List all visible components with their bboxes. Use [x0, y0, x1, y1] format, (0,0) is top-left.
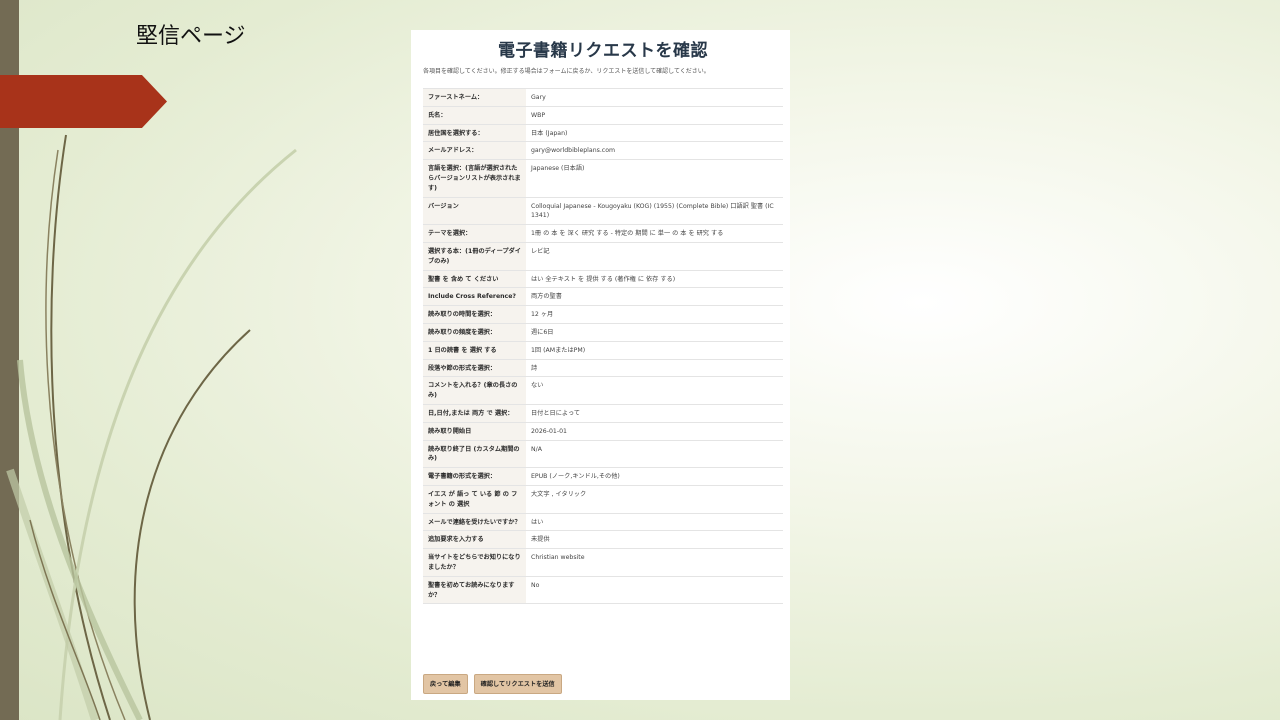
table-row: メールで連絡を受けたいですか？ はい — [423, 512, 783, 532]
row-value: 未提供 — [526, 530, 783, 550]
table-row: 読み取り終了日 (カスタム期間のみ) N/A — [423, 439, 783, 469]
row-label: 当サイトをどちらでお知りになりましたか？ — [423, 548, 526, 577]
table-row: 氏名： WBP — [423, 105, 783, 125]
row-label: 電子書籍の形式を選択： — [423, 467, 526, 486]
table-row: 選択する本：(1冊のディープダイブのみ) レビ記 — [423, 241, 783, 271]
table-row: 言語を選択：(言語が選択されたらバージョンリストが表示されます) Japanese… — [423, 159, 783, 198]
row-value: N/A — [526, 439, 783, 469]
row-label: 段落や節の形式を選択： — [423, 358, 526, 378]
row-label: 聖書を初めてお読みになりますか？ — [423, 575, 526, 605]
row-value: 日本 (Japan) — [526, 123, 783, 143]
row-label: 選択する本：(1冊のディープダイブのみ) — [423, 241, 526, 271]
table-row: 段落や節の形式を選択：詩 — [423, 358, 783, 378]
row-value: 1回 (AMまたはPM) — [526, 340, 783, 360]
row-label: メールで連絡を受けたいですか？ — [423, 512, 526, 532]
table-row: メールアドレス： gary@worldbibleplans.com — [423, 141, 783, 161]
table-row: 居住国を選択する： 日本 (Japan) — [423, 123, 783, 143]
red-arrow-banner — [0, 75, 167, 128]
row-label: 言語を選択：(言語が選択されたらバージョンリストが表示されます) — [423, 159, 526, 198]
table-row: 聖書 を 含め て ください はい 全テキスト を 提供 する (著作権 に 依存… — [423, 269, 783, 289]
table-row: テーマを選択： 1冊 の 本 を 深く 研究 する - 特定の 期間 に 単一 の… — [423, 224, 783, 243]
table-row: 1 日の読書 を 選択 する 1回 (AMまたはPM) — [423, 340, 783, 360]
row-value: gary@worldbibleplans.com — [526, 141, 783, 161]
row-value: 1冊 の 本 を 深く 研究 する - 特定の 期間 に 単一 の 本 を 研究… — [526, 224, 783, 243]
table-row: 日,日付,または 両方 で 選択： 日付と日によって — [423, 403, 783, 423]
row-label: イエス が 語っ て いる 節 の フォント の 選択 — [423, 484, 526, 514]
row-label: 聖書 を 含め て ください — [423, 269, 526, 289]
row-value: EPUB (ノーク,キンドル,その他) — [526, 467, 783, 486]
row-value: Japanese (日本語) — [526, 159, 783, 198]
confirm-submit-button[interactable]: 確認してリクエストを送信 — [473, 674, 562, 694]
table-row: 読み取りの時間を選択： 12 ヶ月 — [423, 305, 783, 324]
action-buttons: 戻って編集 確認してリクエストを送信 — [423, 674, 562, 694]
confirm-card: 電子書籍リクエストを確認 各項目を確認してください。修正する場合はフォームに戻る… — [411, 30, 790, 700]
table-row: イエス が 語っ て いる 節 の フォント の 選択 大文字 , イタリック — [423, 484, 783, 514]
table-row: 追加要求を入力する 未提供 — [423, 530, 783, 550]
row-value: 両方の聖書 — [526, 287, 783, 307]
table-row: バージョン Colloquial Japanese - Kougoyaku (KO… — [423, 196, 783, 226]
row-label: 読み取りの頻度を選択： — [423, 322, 526, 342]
row-label: メールアドレス： — [423, 141, 526, 161]
row-value: 2026-01-01 — [526, 421, 783, 441]
row-label: テーマを選択： — [423, 224, 526, 243]
row-label: 読み取り終了日 (カスタム期間のみ) — [423, 439, 526, 469]
row-value: 詩 — [526, 358, 783, 378]
row-value: WBP — [526, 105, 783, 125]
row-label: Include Cross Reference? — [423, 287, 526, 307]
row-value: 週に6日 — [526, 322, 783, 342]
row-value: 12 ヶ月 — [526, 305, 783, 324]
table-row: コメントを入れる？(章の長さのみ) ない — [423, 376, 783, 405]
row-label: 1 日の読書 を 選択 する — [423, 340, 526, 360]
card-title: 電子書籍リクエストを確認 — [498, 41, 708, 61]
back-edit-button[interactable]: 戻って編集 — [423, 674, 468, 694]
row-value: 大文字 , イタリック — [526, 484, 783, 514]
table-row: 読み取りの頻度を選択： 週に6日 — [423, 322, 783, 342]
row-label: コメントを入れる？(章の長さのみ) — [423, 376, 526, 405]
table-row: Include Cross Reference? 両方の聖書 — [423, 287, 783, 307]
table-row: 電子書籍の形式を選択： EPUB (ノーク,キンドル,その他) — [423, 467, 783, 486]
row-label: ファーストネーム： — [423, 88, 526, 107]
confirm-table: ファーストネーム： Gary 氏名： WBP 居住国を選択する： 日本 (Japan)… — [423, 88, 783, 605]
row-value: はい 全テキスト を 提供 する (著作権 に 依存 する) — [526, 269, 783, 289]
row-label: 氏名： — [423, 105, 526, 125]
table-row: ファーストネーム： Gary — [423, 88, 783, 107]
table-row: 当サイトをどちらでお知りになりましたか？ Christian website — [423, 548, 783, 577]
row-value: Colloquial Japanese - Kougoyaku (KOG) (1… — [526, 196, 783, 226]
table-row: 読み取り開始日 2026-01-01 — [423, 421, 783, 441]
table-row: 聖書を初めてお読みになりますか？ No — [423, 575, 783, 605]
row-label: 日,日付,または 両方 で 選択： — [423, 403, 526, 423]
row-value: Christian website — [526, 548, 783, 577]
row-value: はい — [526, 512, 783, 532]
row-label: 読み取りの時間を選択： — [423, 305, 526, 324]
row-label: 読み取り開始日 — [423, 421, 526, 441]
row-value: Gary — [526, 88, 783, 107]
card-subtitle: 各項目を確認してください。修正する場合はフォームに戻るか、リクエストを送信して確… — [423, 68, 710, 75]
row-value: レビ記 — [526, 241, 783, 271]
row-label: 追加要求を入力する — [423, 530, 526, 550]
row-value: No — [526, 575, 783, 605]
slide-title: 堅信ページ — [136, 24, 246, 49]
row-value: 日付と日によって — [526, 403, 783, 423]
row-value: ない — [526, 376, 783, 405]
row-label: 居住国を選択する： — [423, 123, 526, 143]
row-label: バージョン — [423, 196, 526, 226]
